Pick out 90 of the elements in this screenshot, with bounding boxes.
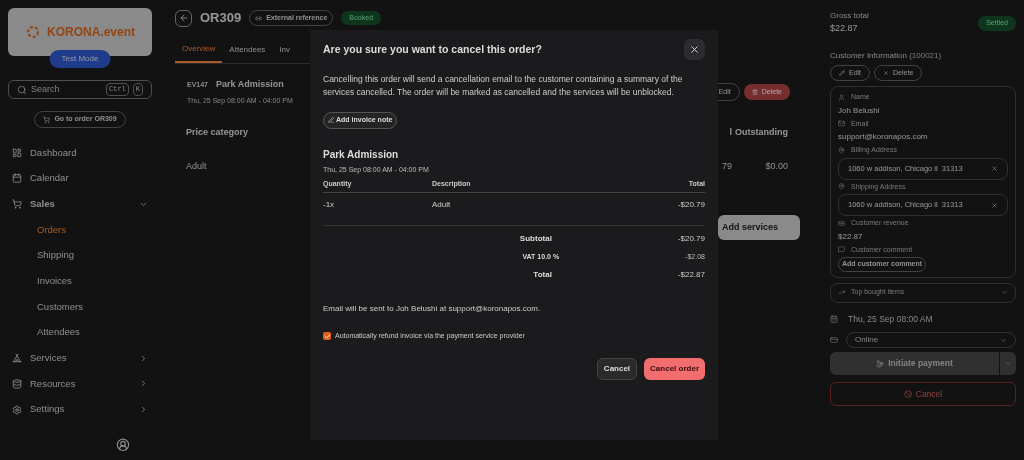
nav-icon: [12, 404, 22, 415]
check-icon: [323, 332, 331, 340]
nav-icon: [12, 147, 22, 158]
total-label: Subtotal: [519, 232, 552, 245]
close-icon: [689, 44, 700, 55]
table-cell-text: 79: [721, 159, 732, 173]
nav-label: Settings: [30, 402, 66, 417]
column-header: Outstanding: [734, 126, 788, 139]
table-cell-text: $0.00: [764, 159, 788, 173]
field-value: support@koronapos.com: [838, 131, 929, 143]
total-label: Total: [533, 269, 552, 281]
close-button[interactable]: [684, 39, 705, 60]
user-avatar-icon[interactable]: [114, 438, 132, 452]
nav-icon: [12, 378, 22, 389]
nav-subitem[interactable]: Customers: [8, 294, 152, 320]
nav-icon: [12, 173, 22, 184]
test-mode-badge[interactable]: Test Mode: [49, 50, 111, 68]
nav-subitem[interactable]: Attendees: [8, 319, 152, 346]
field-icon: [838, 246, 845, 254]
column-header: Price category: [186, 126, 249, 139]
cancel-order-button[interactable]: Cancel order: [644, 357, 705, 380]
nav-icon: [12, 353, 22, 364]
nav-label: Calendar: [30, 171, 70, 186]
order-number: OR309: [200, 9, 242, 28]
email-note: Email will be sent to Joh Belushi at support@koronapos.com.: [323, 303, 542, 315]
pencil-icon: [839, 69, 845, 76]
back-arrow-icon: [178, 13, 189, 23]
dialog-title: Are you sure you want to cancel this order?: [323, 41, 543, 57]
clear-icon[interactable]: [991, 201, 998, 209]
logo-text: KORONA.event: [47, 24, 135, 41]
gross-total-value: $22.87: [830, 22, 859, 35]
gross-total-label: Gross total: [830, 10, 869, 22]
pen-icon: [328, 117, 334, 124]
table-cell-text: Adult: [432, 198, 452, 211]
nav-icon: [12, 199, 22, 210]
nav-label: Resources: [30, 376, 77, 391]
service-name: Park Admission: [216, 78, 284, 91]
tab[interactable]: Overview: [175, 36, 223, 63]
nav-label: Dashboard: [30, 145, 78, 160]
nav-subitem[interactable]: Orders: [8, 216, 152, 243]
chevron-down-icon: [1004, 360, 1012, 368]
nav-item[interactable]: Settings: [8, 396, 152, 423]
order-date: Thu, 25 Sep 08:00 AM: [848, 312, 933, 326]
ban-icon: [903, 390, 912, 399]
calendar-icon: [830, 314, 838, 323]
service-name: Park Admission: [323, 147, 400, 162]
link-icon: [255, 14, 263, 22]
field-value: Joh Belushi: [838, 104, 881, 117]
tab[interactable]: Attendees: [222, 36, 273, 63]
cart-icon: [43, 116, 51, 124]
field-icon: [838, 183, 845, 191]
column-header: l: [728, 126, 732, 139]
field-icon: [838, 93, 845, 101]
back-button[interactable]: [175, 9, 192, 27]
nav-label: Services: [30, 351, 68, 366]
nav-item[interactable]: Resources: [8, 371, 152, 397]
trash-icon: [751, 89, 758, 95]
refund-checkbox[interactable]: [323, 332, 331, 341]
clear-icon[interactable]: [991, 165, 998, 172]
nav-item[interactable]: Calendar: [8, 165, 152, 192]
search-field[interactable]: Search: [31, 82, 102, 97]
nav-item[interactable]: Sales: [8, 191, 152, 217]
add-services-button[interactable]: Add services: [718, 215, 800, 240]
tab[interactable]: Inv: [272, 36, 298, 63]
nav-subitem[interactable]: Invoices: [8, 268, 152, 294]
customer-id: (100021): [909, 50, 942, 60]
nav-item[interactable]: Services: [8, 345, 152, 372]
trend-icon: [838, 289, 845, 296]
nav-item[interactable]: Dashboard: [8, 139, 152, 166]
table-cell: Adult: [186, 159, 207, 173]
table-cell-text: -1x: [323, 198, 336, 211]
dialog-message: Cancelling this order will send a cancellation email to the customer containing a summary of the services cancelled. The order will be marked as cancelled and the services will be unblocked.: [323, 73, 684, 99]
total-value: -$20.79: [677, 232, 705, 245]
card-icon: [830, 336, 838, 345]
nav-label: Sales: [30, 196, 56, 211]
customer-info-title: Customer Information: [830, 50, 907, 60]
total-value: -$22.87: [677, 269, 705, 281]
table-cell: -$20.79: [677, 198, 705, 211]
initiate-payment-button[interactable]: Initiate payment: [830, 352, 999, 376]
close-icon: [883, 69, 890, 76]
chevron-down-icon: [1001, 289, 1008, 296]
payment-icon: [876, 359, 885, 368]
field-icon: [838, 146, 845, 154]
search-icon: [17, 84, 27, 95]
chevron-down-icon: [1000, 336, 1007, 344]
field-value: $22.87: [838, 230, 864, 243]
field-icon: [838, 219, 845, 227]
cancel-button[interactable]: Cancel: [596, 357, 638, 380]
field-icon: [838, 120, 845, 128]
nav-subitem[interactable]: Shipping: [8, 242, 152, 269]
